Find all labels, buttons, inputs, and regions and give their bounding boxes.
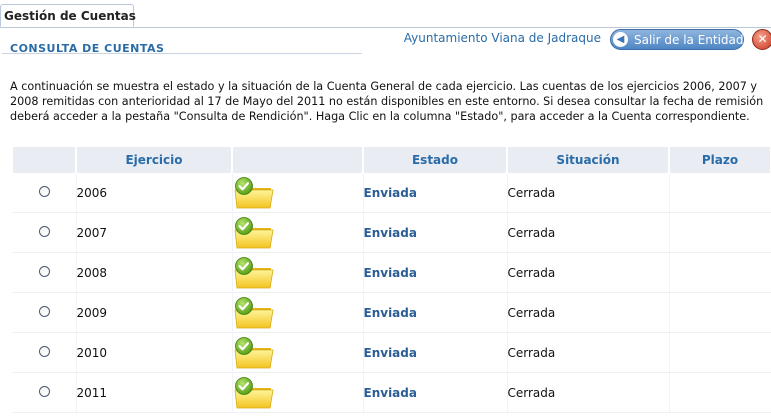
row-situacion: Cerrada	[507, 292, 670, 333]
table-header-row: Ejercicio Estado Situación Plazo	[13, 147, 771, 173]
table-row: 2010 Enviada Cerrada	[13, 332, 771, 373]
accounts-table: Ejercicio Estado Situación Plazo 2006 En…	[13, 147, 771, 413]
row-radio-cell	[13, 173, 77, 213]
entity-name: Ayuntamiento Viana de Jadraque	[403, 31, 601, 45]
row-estado-cell: Enviada	[363, 332, 508, 373]
row-estado-link[interactable]: Enviada	[364, 346, 417, 360]
table-row: 2011 Enviada Cerrada	[13, 372, 771, 413]
intro-text: A continuación se muestra el estado y la…	[10, 80, 764, 123]
tab-strip: Gestión de Cuentas	[0, 0, 771, 28]
back-arrow-icon: ◀	[613, 32, 628, 47]
column-header-radio	[13, 147, 77, 173]
row-plazo	[669, 252, 771, 293]
row-ejercicio: 2009	[76, 292, 233, 333]
row-situacion: Cerrada	[507, 212, 670, 253]
tab-gestion-de-cuentas[interactable]: Gestión de Cuentas	[0, 4, 136, 27]
row-radio-cell	[13, 292, 77, 333]
row-situacion: Cerrada	[507, 252, 670, 293]
row-select-radio[interactable]	[38, 265, 50, 277]
column-header-icon	[232, 147, 364, 173]
row-situacion: Cerrada	[507, 372, 670, 413]
row-estado-cell: Enviada	[363, 372, 508, 413]
exit-entity-label: Salir de la Entidad	[634, 32, 744, 47]
row-plazo	[669, 173, 771, 213]
row-situacion: Cerrada	[507, 332, 670, 373]
table-row: 2009 Enviada Cerrada	[13, 292, 771, 333]
row-select-radio[interactable]	[38, 345, 50, 357]
row-estado-cell: Enviada	[363, 173, 508, 213]
row-plazo	[669, 292, 771, 333]
row-estado-cell: Enviada	[363, 212, 508, 253]
row-radio-cell	[13, 332, 77, 373]
row-estado-link[interactable]: Enviada	[364, 266, 417, 280]
row-radio-cell	[13, 212, 77, 253]
column-header-situacion[interactable]: Situación	[507, 147, 670, 173]
row-plazo	[669, 212, 771, 253]
row-ejercicio: 2011	[76, 372, 233, 413]
table-row: 2006 Enviada Cerrada	[13, 173, 771, 213]
folder-check-icon	[232, 252, 364, 293]
row-plazo	[669, 332, 771, 373]
folder-check-icon	[232, 173, 364, 213]
row-estado-link[interactable]: Enviada	[364, 226, 417, 240]
row-estado-link[interactable]: Enviada	[364, 386, 417, 400]
row-ejercicio: 2006	[76, 173, 233, 213]
row-estado-link[interactable]: Enviada	[364, 306, 417, 320]
folder-check-icon	[232, 212, 364, 253]
row-ejercicio: 2007	[76, 212, 233, 253]
row-select-radio[interactable]	[38, 185, 50, 197]
table-row: 2008 Enviada Cerrada	[13, 252, 771, 293]
column-header-estado[interactable]: Estado	[363, 147, 508, 173]
folder-check-icon	[232, 292, 364, 333]
row-ejercicio: 2008	[76, 252, 233, 293]
row-radio-cell	[13, 252, 77, 293]
row-select-radio[interactable]	[38, 225, 50, 237]
row-ejercicio: 2010	[76, 332, 233, 373]
row-select-radio[interactable]	[38, 385, 50, 397]
folder-check-icon	[232, 372, 364, 413]
folder-check-icon	[232, 332, 364, 373]
row-select-radio[interactable]	[38, 305, 50, 317]
section-divider	[2, 53, 362, 54]
row-radio-cell	[13, 372, 77, 413]
row-estado-cell: Enviada	[363, 252, 508, 293]
column-header-ejercicio[interactable]: Ejercicio	[76, 147, 233, 173]
row-estado-link[interactable]: Enviada	[364, 186, 417, 200]
table-row: 2007 Enviada Cerrada	[13, 212, 771, 253]
column-header-plazo[interactable]: Plazo	[669, 147, 771, 173]
row-plazo	[669, 372, 771, 413]
row-estado-cell: Enviada	[363, 292, 508, 333]
close-icon[interactable]: ✕	[752, 29, 771, 50]
exit-entity-button[interactable]: ◀ Salir de la Entidad	[610, 29, 744, 50]
row-situacion: Cerrada	[507, 173, 670, 213]
